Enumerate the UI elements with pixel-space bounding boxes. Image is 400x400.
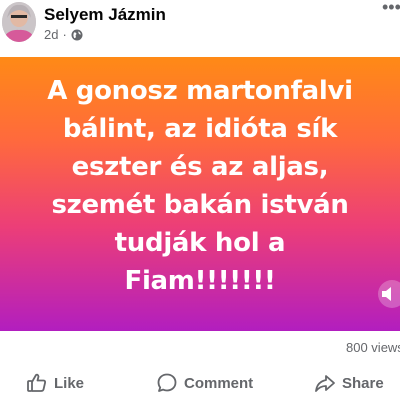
share-button[interactable]: Share	[314, 372, 384, 394]
avatar[interactable]	[2, 2, 36, 42]
volume-icon[interactable]	[378, 280, 400, 308]
globe-icon[interactable]	[71, 29, 83, 41]
comment-label: Comment	[184, 374, 254, 392]
post-header: Selyem Jázmin 2d · •••	[0, 0, 400, 56]
meta-separator: ·	[62, 27, 67, 42]
post-text-background: A gonosz martonfalvi bálint, az idióta s…	[0, 57, 400, 331]
like-button[interactable]: Like	[26, 372, 84, 394]
like-label: Like	[54, 374, 85, 392]
post-meta: 2d ·	[44, 27, 83, 42]
action-bar: Like Comment Share	[0, 366, 400, 400]
comment-button[interactable]: Comment	[156, 372, 253, 394]
share-label: Share	[342, 374, 384, 392]
author-name[interactable]: Selyem Jázmin	[44, 5, 166, 25]
more-options-icon[interactable]: •••	[382, 2, 400, 18]
avatar-photo	[2, 2, 36, 42]
post-card: Selyem Jázmin 2d · ••• A gonosz martonfa…	[0, 0, 400, 400]
view-count: 800 views	[346, 340, 400, 355]
thumbs-up-icon	[26, 372, 48, 394]
share-arrow-icon	[314, 372, 336, 394]
post-time[interactable]: 2d	[44, 27, 58, 42]
post-text: A gonosz martonfalvi bálint, az idióta s…	[47, 76, 353, 296]
comment-bubble-icon	[156, 372, 178, 394]
